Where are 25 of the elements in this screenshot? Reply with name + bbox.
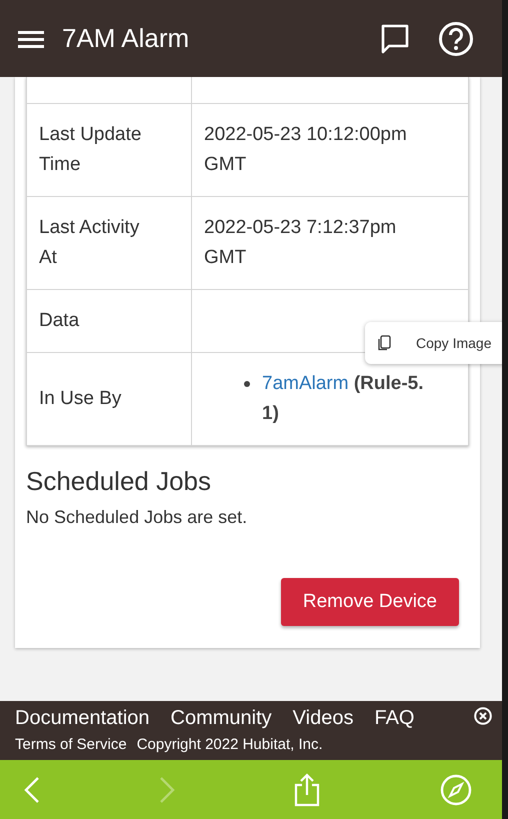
table-cell: Last Activity At <box>26 196 192 290</box>
table-cell: Data <box>26 290 192 352</box>
footer-link[interactable]: FAQ <box>374 707 414 730</box>
copy-icon <box>377 335 391 351</box>
footer-link[interactable]: Documentation <box>15 707 150 730</box>
rule-entry: 7amAlarm (Rule-5.1) <box>262 372 425 426</box>
close-icon[interactable] <box>474 707 492 725</box>
table-cell: 2022-05-23 10:12:00pm GMT <box>204 124 407 175</box>
chat-bubble-icon[interactable] <box>380 22 410 54</box>
empty-message: No Scheduled Jobs are set. <box>26 507 248 528</box>
remove-device-button[interactable]: Remove Device <box>280 578 459 626</box>
copyright-text: Copyright 2022 Hubitat, Inc. <box>136 736 323 753</box>
table-cell: Last Update Time <box>26 104 192 196</box>
bullet-icon <box>244 381 250 387</box>
terms-link[interactable]: Terms of Service <box>15 736 127 753</box>
menu-item[interactable]: Copy Image <box>365 331 502 355</box>
section-heading: Scheduled Jobs <box>26 466 212 497</box>
help-icon[interactable] <box>438 20 474 56</box>
table-cell: 2022-05-23 7:12:37pm GMT <box>204 217 396 268</box>
footer-link[interactable]: Community <box>170 707 272 730</box>
menu-icon[interactable] <box>18 28 44 48</box>
footer-link[interactable]: Videos <box>292 707 354 730</box>
page-title: 7AM Alarm <box>62 23 190 54</box>
rule-link[interactable]: 7amAlarm <box>262 373 349 394</box>
table-cell: In Use By <box>26 352 192 446</box>
